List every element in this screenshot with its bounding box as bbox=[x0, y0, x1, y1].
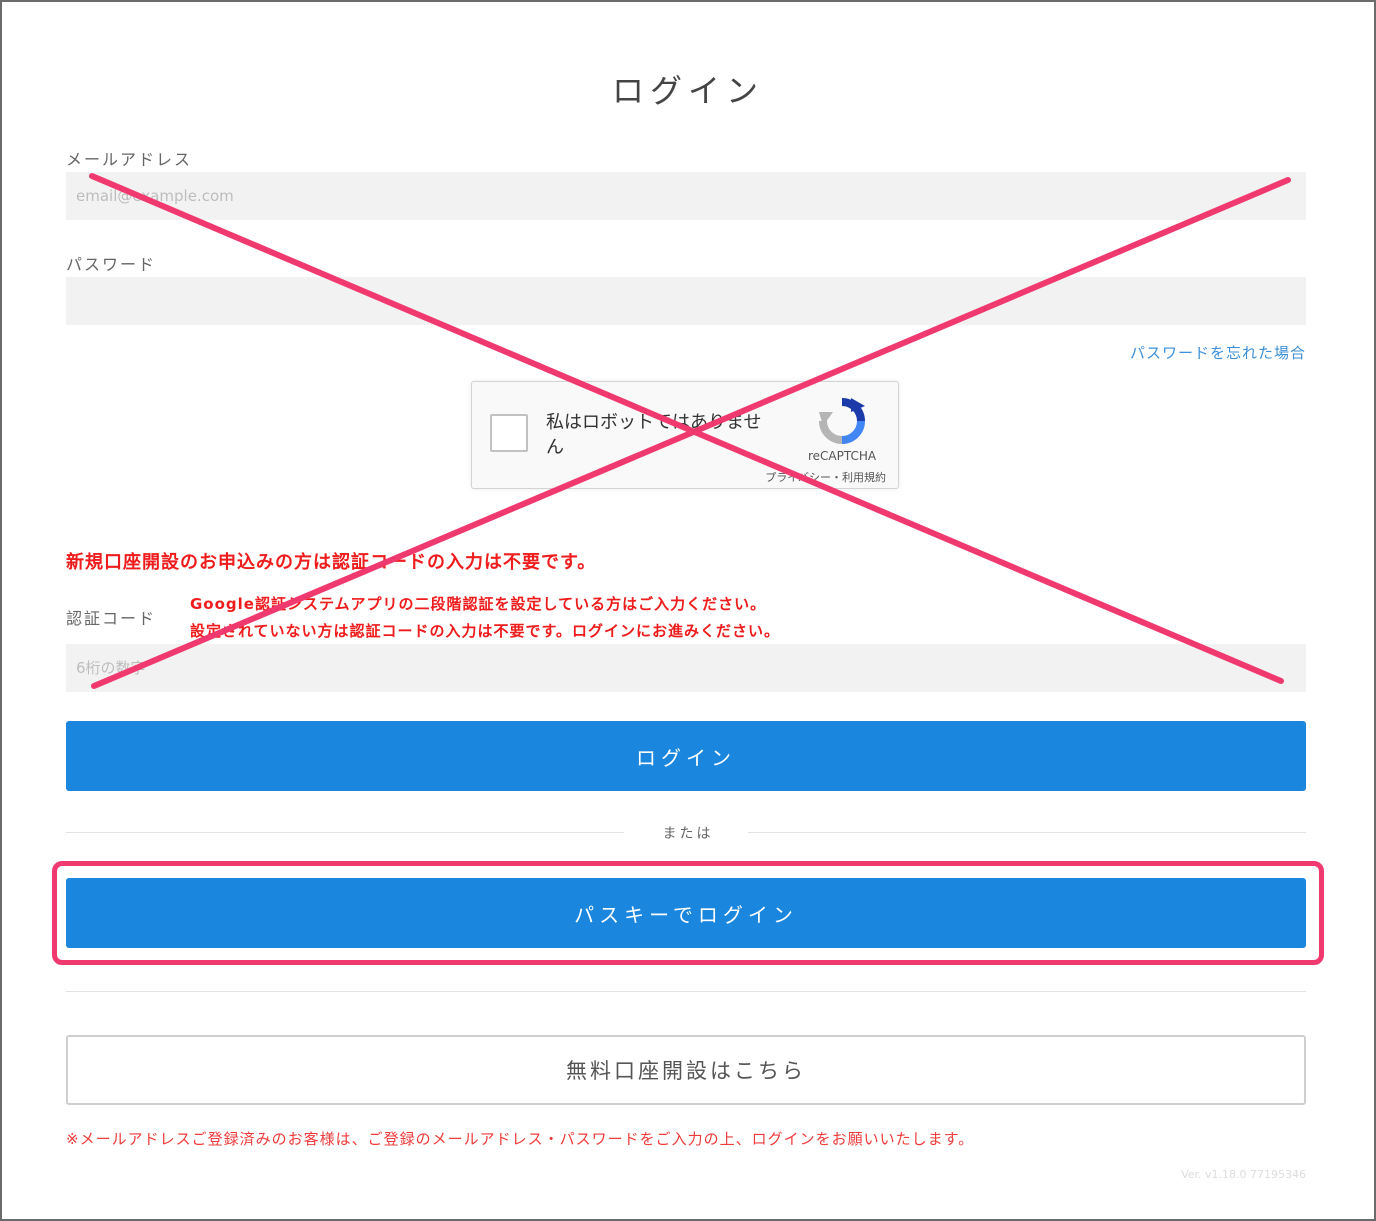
or-divider-right bbox=[748, 832, 1306, 833]
auth-code-hint-line2: 設定されていない方は認証コードの入力は不要です。ログインにお進みください。 bbox=[190, 622, 781, 640]
recaptcha-brand: reCAPTCHA bbox=[807, 449, 877, 463]
recaptcha-widget: 私はロボットではありません reCAPTCHA プライバシー・利用規約 bbox=[471, 381, 899, 489]
recaptcha-checkbox[interactable] bbox=[490, 414, 528, 452]
new-account-notice: 新規口座開設のお申込みの方は認証コードの入力は不要です。 bbox=[66, 552, 597, 573]
footnote: ※メールアドレスご登録済みのお客様は、ご登録のメールアドレス・パスワードをご入力… bbox=[66, 1130, 975, 1148]
recaptcha-label: 私はロボットではありません bbox=[546, 412, 762, 458]
password-label: パスワード bbox=[66, 255, 157, 274]
forgot-password-link[interactable]: パスワードを忘れた場合 bbox=[1130, 342, 1306, 363]
recaptcha-logo-icon bbox=[819, 398, 865, 444]
page-title: ログイン bbox=[611, 72, 764, 110]
or-separator: または bbox=[662, 826, 714, 842]
auth-code-label: 認証コード bbox=[66, 609, 157, 628]
password-input[interactable] bbox=[66, 277, 1306, 325]
section-divider bbox=[66, 991, 1306, 992]
email-input[interactable] bbox=[66, 172, 1306, 220]
recaptcha-links[interactable]: プライバシー・利用規約 bbox=[726, 469, 886, 485]
passkey-highlight-box bbox=[52, 861, 1324, 965]
auth-code-input[interactable] bbox=[66, 644, 1306, 692]
version-label: Ver. v1.18.0 77195346 bbox=[1181, 1168, 1306, 1181]
auth-code-hint-line1: Google認証システムアプリの二段階認証を設定している方はご入力ください。 bbox=[190, 595, 767, 613]
open-account-button[interactable]: 無料口座開設はこちら bbox=[66, 1035, 1306, 1105]
login-button[interactable]: ログイン bbox=[66, 721, 1306, 791]
email-label: メールアドレス bbox=[66, 150, 193, 169]
